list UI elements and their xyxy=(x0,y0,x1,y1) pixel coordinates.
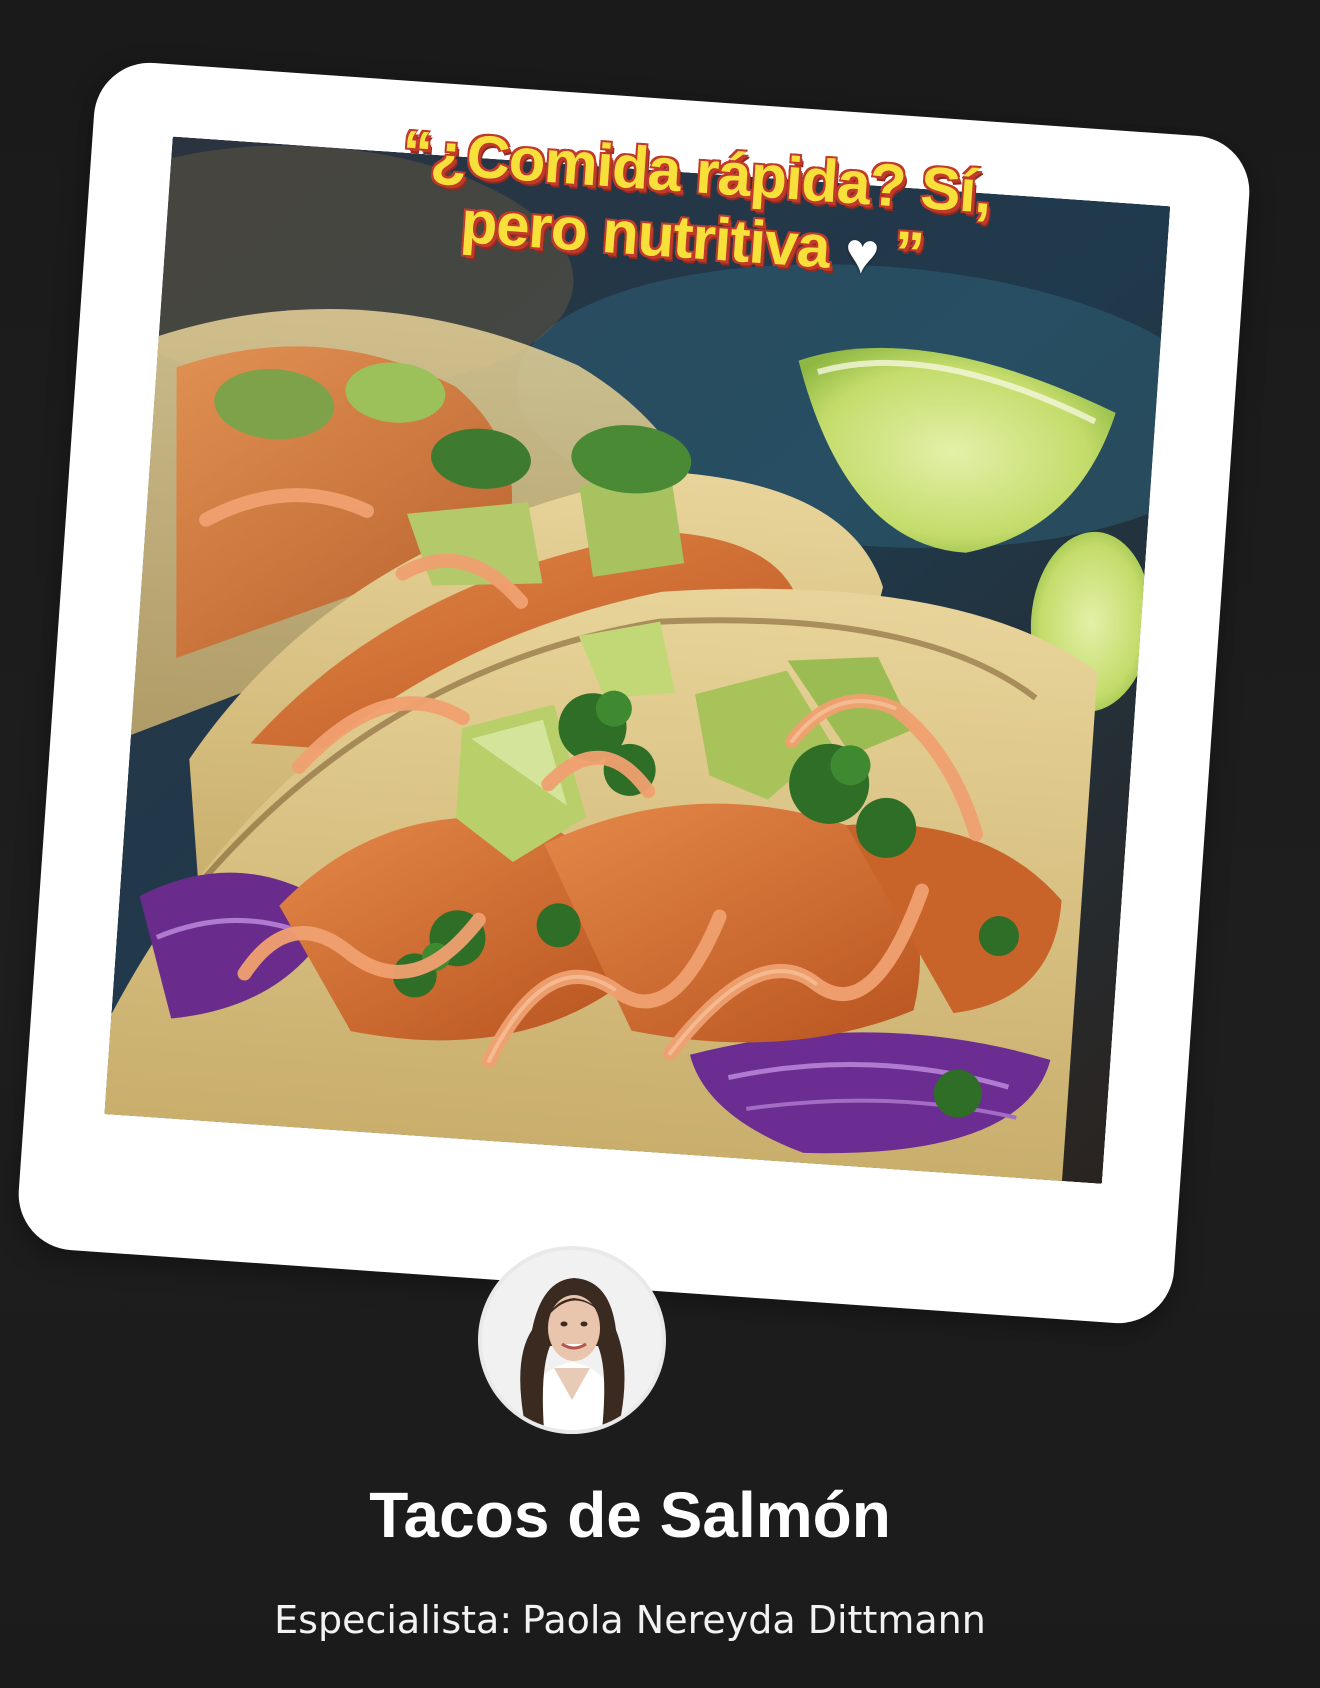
specialist-name[interactable]: Paola Nereyda Dittmann xyxy=(522,1598,986,1642)
avatar[interactable] xyxy=(482,1250,662,1430)
quote-close-mark: ” xyxy=(891,218,926,288)
specialist-label: Especialista: xyxy=(274,1598,513,1642)
specialist-credit: Especialista: Paola Nereyda Dittmann xyxy=(0,1598,1290,1642)
page-background: “¿Comida rápida? Sí, pero nutritiva ♥ ” … xyxy=(0,0,1320,1688)
white-heart-icon: ♥ xyxy=(842,220,881,288)
avatar-portrait xyxy=(482,1250,662,1430)
recipe-title: Tacos de Salmón xyxy=(369,1479,891,1551)
